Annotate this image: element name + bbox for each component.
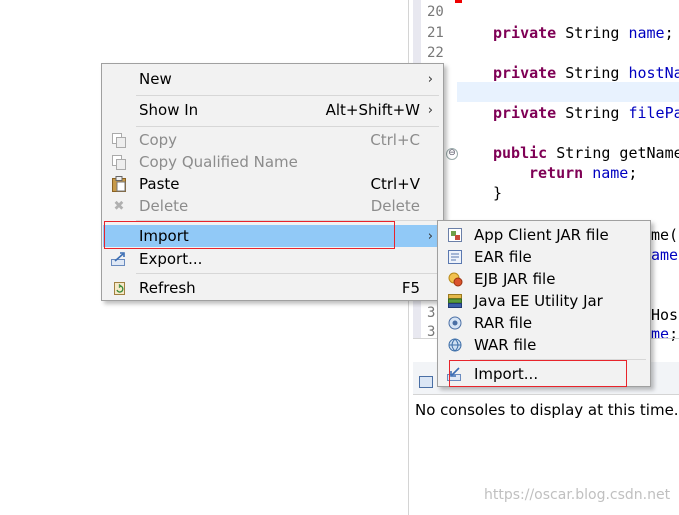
code-line: me(S xyxy=(651,226,679,244)
menu-item-label: Java EE Utility Jar xyxy=(474,292,603,310)
line-number: 20 xyxy=(427,4,444,20)
menu-item-new[interactable]: New › xyxy=(103,68,442,90)
fold-toggle-icon[interactable]: ⊖ xyxy=(446,148,458,160)
paste-icon xyxy=(111,176,127,192)
code-line: public String getName xyxy=(493,144,679,162)
menu-separator xyxy=(136,273,439,274)
submenu-item-java-ee-utility-jar[interactable]: Java EE Utility Jar xyxy=(439,290,649,312)
menu-item-shortcut: F5 xyxy=(401,279,420,297)
menu-item-export[interactable]: Export... xyxy=(103,248,442,270)
rar-file-icon xyxy=(447,315,463,331)
menu-item-label: Delete xyxy=(139,197,189,215)
ejb-jar-icon xyxy=(447,271,463,287)
war-file-icon xyxy=(447,337,463,353)
code-line: me; xyxy=(651,325,679,343)
ear-file-icon xyxy=(447,249,463,265)
menu-item-shortcut: Ctrl+C xyxy=(370,131,420,149)
import-wizard-highlight-box xyxy=(449,360,627,387)
editor-error-marker xyxy=(455,0,462,3)
menu-item-copy[interactable]: Copy Ctrl+C xyxy=(103,129,442,151)
delete-icon: ✖ xyxy=(113,198,125,214)
current-line-highlight xyxy=(457,82,679,102)
menu-separator xyxy=(136,126,439,127)
code-line: Host xyxy=(651,306,679,324)
submenu-item-ear-file[interactable]: EAR file xyxy=(439,246,649,268)
menu-item-label: Paste xyxy=(139,175,180,193)
code-line: return name; xyxy=(529,164,638,182)
menu-item-refresh[interactable]: Refresh F5 xyxy=(103,277,442,299)
menu-item-label: Refresh xyxy=(139,279,196,297)
submenu-item-ejb-jar[interactable]: EJB JAR file xyxy=(439,268,649,290)
menu-item-delete[interactable]: ✖ Delete Delete xyxy=(103,195,442,217)
menu-item-show-in[interactable]: Show In Alt+Shift+W › xyxy=(103,99,442,121)
submenu-item-rar-file[interactable]: RAR file xyxy=(439,312,649,334)
menu-item-shortcut: Alt+Shift+W xyxy=(325,101,420,119)
menu-item-label: Copy Qualified Name xyxy=(139,153,298,171)
watermark: https://oscar.blog.csdn.net xyxy=(484,487,671,503)
submenu-arrow-icon: › xyxy=(427,228,433,244)
submenu-item-war-file[interactable]: WAR file xyxy=(439,334,649,356)
line-number: 21 xyxy=(427,25,444,41)
submenu-arrow-icon: › xyxy=(427,102,433,118)
menu-item-label: App Client JAR file xyxy=(474,226,609,244)
menu-separator xyxy=(136,95,439,96)
app-client-jar-icon xyxy=(447,227,463,243)
code-line: } xyxy=(493,184,503,202)
java-ee-utility-jar-icon xyxy=(447,293,463,309)
context-menu: New › Show In Alt+Shift+W › Copy Ctrl+C … xyxy=(101,63,444,301)
console-icon xyxy=(419,376,433,388)
code-line: private String hostNa xyxy=(493,64,679,82)
copy-qualified-icon xyxy=(111,154,127,170)
export-icon xyxy=(111,251,127,267)
line-number: 22 xyxy=(427,45,444,61)
menu-item-label: Copy xyxy=(139,131,178,149)
menu-item-label: EJB JAR file xyxy=(474,270,556,288)
code-line: private String name; xyxy=(493,24,674,42)
menu-item-label: New xyxy=(139,70,172,88)
submenu-arrow-icon: › xyxy=(427,71,433,87)
menu-item-shortcut: Delete xyxy=(370,197,420,215)
console-empty-message: No consoles to display at this time. xyxy=(415,401,679,419)
refresh-icon xyxy=(111,280,127,296)
menu-item-copy-qualified-name[interactable]: Copy Qualified Name xyxy=(103,151,442,173)
copy-icon xyxy=(111,132,127,148)
import-highlight-box xyxy=(104,221,395,249)
code-line: ame; xyxy=(651,246,679,264)
line-number: 3 xyxy=(427,305,436,321)
menu-item-label: Show In xyxy=(139,101,199,119)
menu-item-paste[interactable]: Paste Ctrl+V xyxy=(103,173,442,195)
menu-item-label: RAR file xyxy=(474,314,533,332)
submenu-item-app-client-jar[interactable]: App Client JAR file xyxy=(439,224,649,246)
menu-item-shortcut: Ctrl+V xyxy=(370,175,420,193)
menu-item-label: WAR file xyxy=(474,336,537,354)
menu-item-label: Export... xyxy=(139,250,203,268)
menu-item-label: EAR file xyxy=(474,248,532,266)
code-line: private String filePa xyxy=(493,104,679,122)
